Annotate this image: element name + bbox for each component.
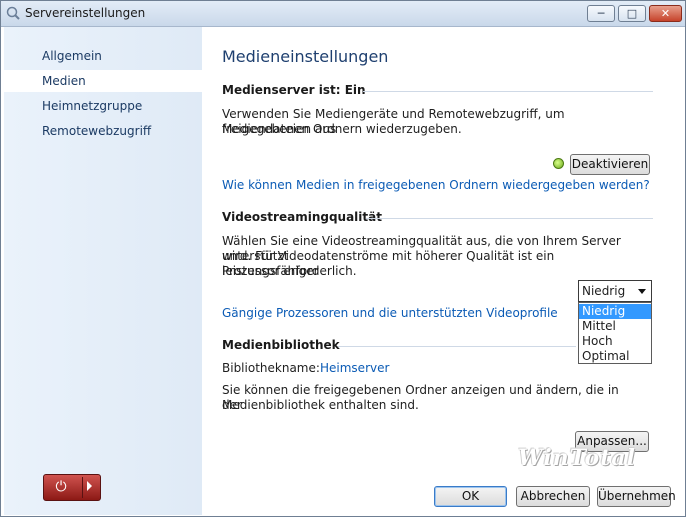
apply-button[interactable]: Übernehmen [597, 486, 676, 507]
media-server-section-title: Medienserver ist: Ein [222, 83, 366, 97]
quality-option-mittel[interactable]: Mittel [579, 319, 651, 334]
ok-button[interactable]: OK [434, 486, 507, 507]
minimize-button[interactable]: ─ [587, 5, 615, 22]
media-server-description-2: freigegebenen Ordnern wiederzugeben. [222, 122, 462, 136]
library-description-2: Medienbibliothek enthalten sind. [222, 398, 419, 412]
chevron-down-icon [638, 289, 646, 294]
media-help-link[interactable]: Wie können Medien in freigegebenen Ordne… [222, 178, 650, 192]
quality-option-niedrig[interactable]: Niedrig [579, 304, 651, 319]
sidebar-item-medien[interactable]: Medien [4, 70, 202, 92]
deactivate-button[interactable]: Deaktivieren [570, 154, 650, 175]
server-settings-icon [6, 6, 20, 20]
settings-window: Servereinstellungen ─ □ ✕ Allgemein Medi… [0, 0, 686, 517]
section-divider [338, 346, 576, 347]
streaming-description-3: Prozessor erforderlich. [222, 264, 357, 278]
selected-quality-value: Niedrig [582, 284, 626, 298]
page-title: Medieneinstellungen [222, 47, 389, 66]
quality-dropdown-list: Niedrig Mittel Hoch Optimal [578, 302, 652, 364]
content-pane: Medieneinstellungen Medienserver ist: Ei… [203, 27, 685, 515]
section-divider [366, 218, 653, 219]
window-title: Servereinstellungen [25, 6, 146, 20]
cancel-button[interactable]: Abbrechen [516, 486, 590, 507]
close-icon: ✕ [660, 7, 671, 20]
library-section-title: Medienbibliothek [222, 338, 340, 352]
arrow-right-icon[interactable] [87, 481, 92, 491]
maximize-button[interactable]: □ [618, 5, 646, 22]
sidebar-item-remotewebzugriff[interactable]: Remotewebzugriff [4, 120, 202, 142]
library-name-link[interactable]: Heimserver [320, 361, 389, 375]
quality-option-hoch[interactable]: Hoch [579, 334, 651, 349]
streaming-section-title: Videostreamingqualität [222, 210, 382, 224]
streaming-quality-select[interactable]: Niedrig [578, 280, 652, 302]
power-icon: ⏻ [55, 479, 67, 495]
section-divider [363, 91, 653, 92]
watermark-logo: WinTotal [518, 445, 636, 471]
sidebar-item-heimnetzgruppe[interactable]: Heimnetzgruppe [4, 95, 202, 117]
close-button[interactable]: ✕ [649, 5, 682, 22]
sidebar-item-allgemein[interactable]: Allgemein [4, 45, 202, 67]
minimize-icon: ─ [597, 7, 605, 20]
video-profiles-link[interactable]: Gängige Prozessoren und die unterstützte… [222, 306, 558, 320]
maximize-icon: □ [626, 7, 638, 20]
title-bar[interactable]: Servereinstellungen ─ □ ✕ [1, 1, 685, 27]
server-status-icon [553, 158, 564, 169]
sidebar: Allgemein Medien Heimnetzgruppe Remotewe… [4, 27, 202, 515]
shutdown-button[interactable]: ⏻ [43, 474, 101, 501]
quality-option-optimal[interactable]: Optimal [579, 349, 651, 364]
split-divider [82, 477, 83, 498]
library-name-label: Bibliothekname: [222, 361, 320, 375]
